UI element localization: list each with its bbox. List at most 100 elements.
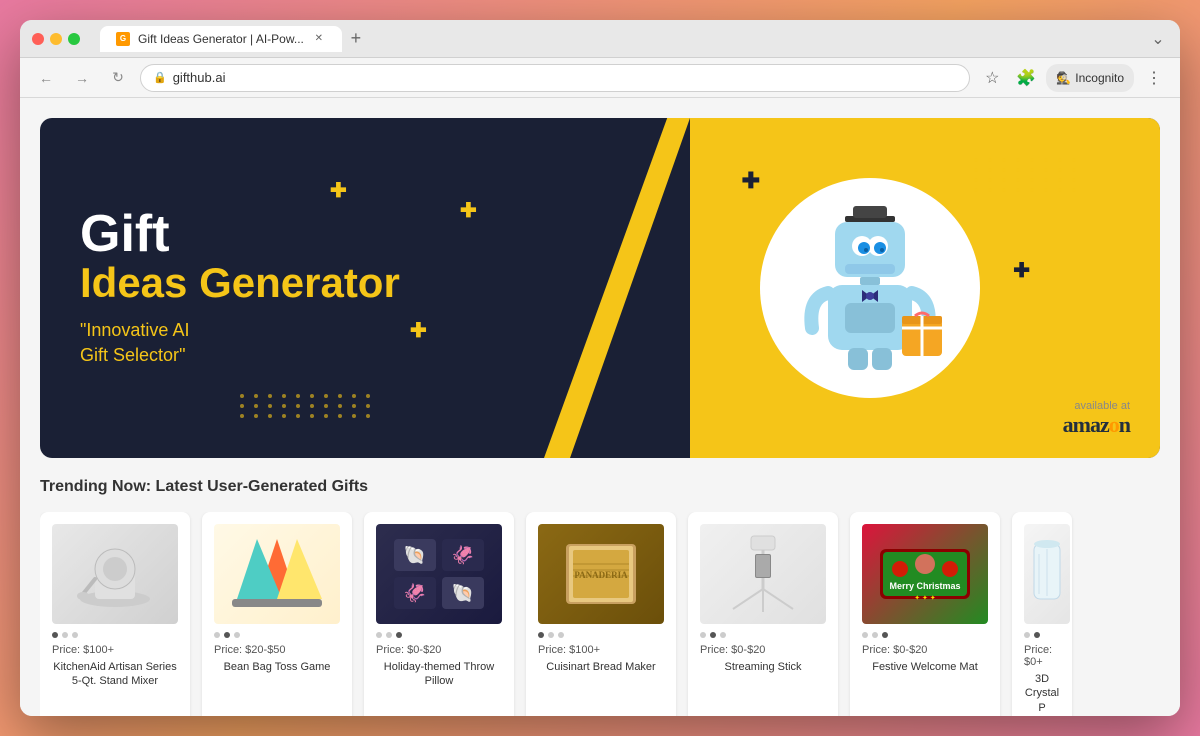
maximize-traffic-light[interactable] <box>68 33 80 45</box>
hero-text: Gift Ideas Generator "Innovative AI Gift… <box>80 208 400 369</box>
hero-subtitle-line2: Gift Selector" <box>80 345 185 365</box>
product-name-5: Streaming Stick <box>700 660 826 674</box>
page-content: ✚ ✚ ✚ ✚ ✚ Gift Ideas Generator "Innovati… <box>20 98 1180 716</box>
dot <box>52 632 58 638</box>
decoration-plus-4: ✚ <box>742 168 760 194</box>
dot <box>72 632 78 638</box>
product-card-1[interactable]: Price: $100+ KitchenAid Artisan Series 5… <box>40 512 190 716</box>
hero-title-ideas: Ideas Generator <box>80 260 400 306</box>
product-name-6: Festive Welcome Mat <box>862 660 988 674</box>
amazon-logo: amazon <box>1063 412 1130 438</box>
product-card-6[interactable]: Merry Christmas ✦ ✦ ✦ Price: $0-$20 Fest… <box>850 512 1000 716</box>
trending-section: Trending Now: Latest User-Generated Gift… <box>40 458 1160 716</box>
product-card-5[interactable]: Price: $0-$20 Streaming Stick <box>688 512 838 716</box>
product-dots-5 <box>700 632 826 638</box>
decoration-plus-3: ✚ <box>410 318 427 343</box>
tab-close-button[interactable]: ✕ <box>312 32 326 46</box>
svg-text:Merry Christmas: Merry Christmas <box>889 581 960 591</box>
minimize-traffic-light[interactable] <box>50 33 62 45</box>
url-text: gifthub.ai <box>173 70 226 85</box>
product-image-6: Merry Christmas ✦ ✦ ✦ <box>862 524 988 624</box>
robot-svg <box>790 198 950 378</box>
dot <box>214 632 220 638</box>
available-at-text: available at <box>1063 400 1130 412</box>
tab-favicon: G <box>116 32 130 46</box>
hero-subtitle: "Innovative AI Gift Selector" <box>80 318 400 368</box>
product-price-4: Price: $100+ <box>538 644 664 656</box>
address-bar[interactable]: 🔒 gifthub.ai <box>140 64 970 92</box>
menu-button[interactable]: ⋮ <box>1140 64 1168 92</box>
product-card-4[interactable]: PANADERIA Price: $100+ Cuisinart Bread M… <box>526 512 676 716</box>
dots-bottom-left <box>240 394 374 418</box>
dot <box>882 632 888 638</box>
dot <box>224 632 230 638</box>
product-image-4: PANADERIA <box>538 524 664 624</box>
product-dots-6 <box>862 632 988 638</box>
active-tab[interactable]: G Gift Ideas Generator | AI-Pow... ✕ <box>100 26 342 52</box>
hero-subtitle-line1: "Innovative AI <box>80 320 189 340</box>
forward-button[interactable]: → <box>68 64 96 92</box>
product-price-3: Price: $0-$20 <box>376 644 502 656</box>
product-name-1: KitchenAid Artisan Series 5-Qt. Stand Mi… <box>52 660 178 689</box>
new-tab-button[interactable]: + <box>342 25 370 53</box>
product-image-1 <box>52 524 178 624</box>
toolbar-actions: ☆ 🧩 🕵 Incognito ⋮ <box>978 64 1168 92</box>
extensions-button[interactable]: 🧩 <box>1012 64 1040 92</box>
tab-title: Gift Ideas Generator | AI-Pow... <box>138 32 304 46</box>
product-name-4: Cuisinart Bread Maker <box>538 660 664 674</box>
product-price-6: Price: $0-$20 <box>862 644 988 656</box>
dot <box>1034 632 1040 638</box>
back-button[interactable]: ← <box>32 64 60 92</box>
product-dots-4 <box>538 632 664 638</box>
dot <box>396 632 402 638</box>
decoration-plus-1: ✚ <box>330 178 347 203</box>
refresh-button[interactable]: ↻ <box>104 64 132 92</box>
hero-title-gift: Gift <box>80 208 400 260</box>
product-dots-7 <box>1024 632 1060 638</box>
traffic-lights <box>32 33 80 45</box>
svg-text:🐚: 🐚 <box>452 583 474 603</box>
window-controls-button[interactable]: ⌄ <box>1148 29 1168 49</box>
browser-toolbar: ← → ↻ 🔒 gifthub.ai ☆ 🧩 🕵 Incognito ⋮ <box>20 58 1180 98</box>
dot <box>538 632 544 638</box>
product-card-7[interactable]: Price: $0+ 3D Crystal P <box>1012 512 1072 716</box>
product-card-3[interactable]: 🐚 🦑 🦑 🐚 Price: $0-$20 Holiday-themed Thr… <box>364 512 514 716</box>
incognito-badge: 🕵 Incognito <box>1046 64 1134 92</box>
product-dots-1 <box>52 632 178 638</box>
dots-top-right <box>974 158 1080 192</box>
svg-text:PANADERIA: PANADERIA <box>574 570 628 580</box>
product-price-7: Price: $0+ <box>1024 644 1060 668</box>
dot <box>720 632 726 638</box>
browser-titlebar: G Gift Ideas Generator | AI-Pow... ✕ + ⌄ <box>20 20 1180 58</box>
close-traffic-light[interactable] <box>32 33 44 45</box>
robot-circle <box>760 178 980 398</box>
trending-title: Trending Now: Latest User-Generated Gift… <box>40 478 1160 496</box>
product-dots-2 <box>214 632 340 638</box>
product-card-2[interactable]: Price: $20-$50 Bean Bag Toss Game <box>202 512 352 716</box>
incognito-icon: 🕵 <box>1056 71 1071 85</box>
dot <box>558 632 564 638</box>
dot <box>234 632 240 638</box>
products-row: Price: $100+ KitchenAid Artisan Series 5… <box>40 512 1160 716</box>
robot-character <box>760 178 980 398</box>
dot <box>376 632 382 638</box>
amazon-badge: available at amazon <box>1063 400 1130 438</box>
bookmark-button[interactable]: ☆ <box>978 64 1006 92</box>
product-dots-3 <box>376 632 502 638</box>
browser-window: G Gift Ideas Generator | AI-Pow... ✕ + ⌄… <box>20 20 1180 716</box>
product-price-5: Price: $0-$20 <box>700 644 826 656</box>
decoration-plus-2: ✚ <box>460 198 477 223</box>
dot <box>1024 632 1030 638</box>
dot <box>700 632 706 638</box>
dot <box>386 632 392 638</box>
svg-text:✦ ✦ ✦: ✦ ✦ ✦ <box>914 594 936 602</box>
product-name-2: Bean Bag Toss Game <box>214 660 340 674</box>
product-image-3: 🐚 🦑 🦑 🐚 <box>376 524 502 624</box>
product-price-1: Price: $100+ <box>52 644 178 656</box>
product-image-5 <box>700 524 826 624</box>
product-name-3: Holiday-themed Throw Pillow <box>376 660 502 689</box>
dot <box>862 632 868 638</box>
product-name-7: 3D Crystal P <box>1024 672 1060 715</box>
product-image-7 <box>1024 524 1070 624</box>
svg-text:🐚: 🐚 <box>404 545 426 565</box>
